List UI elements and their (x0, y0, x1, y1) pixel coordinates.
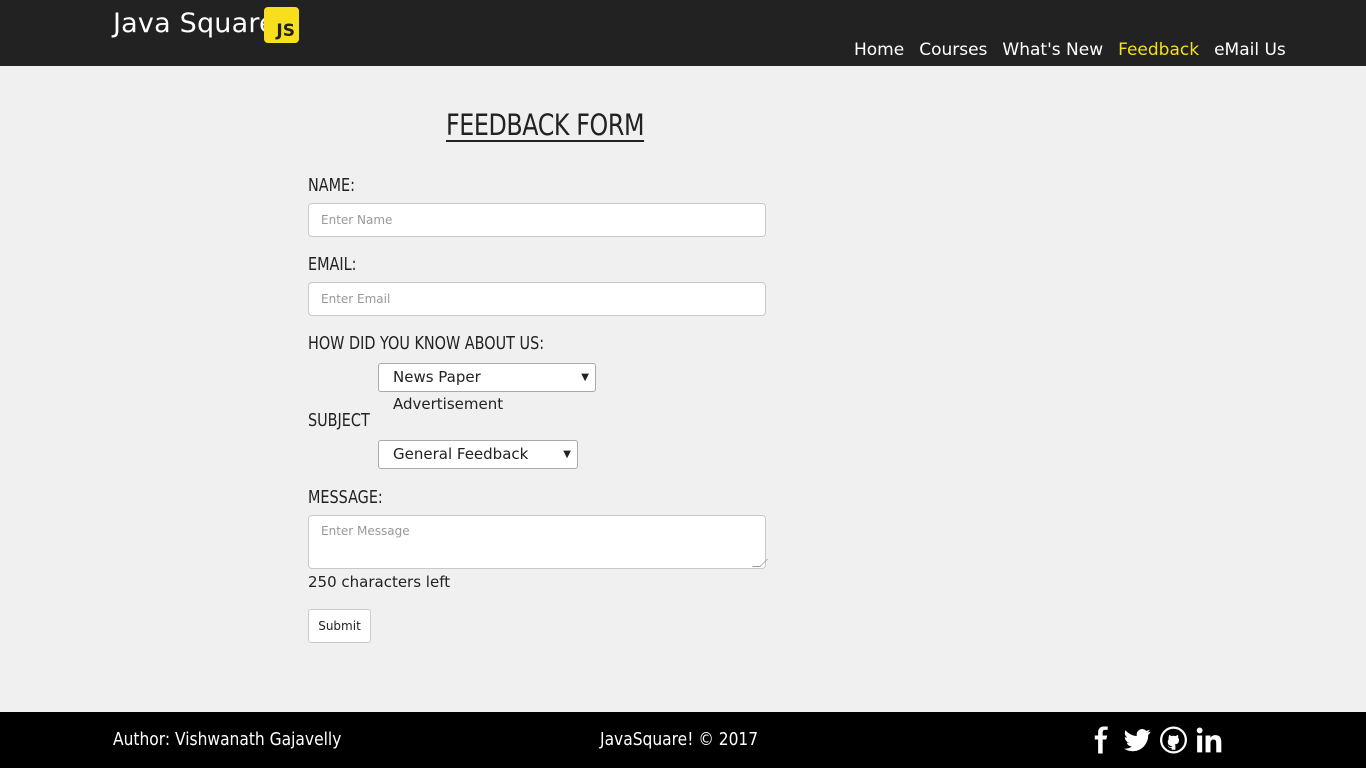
main-nav: Home Courses What's New Feedback eMail U… (854, 40, 1286, 60)
footer-author: Author: Vishwanath Gajavelly (113, 729, 342, 750)
footer-copyright: JavaSquare! © 2017 (600, 729, 759, 750)
email-field[interactable] (308, 282, 766, 316)
linkedin-icon[interactable] (1196, 726, 1223, 754)
subject-select-value: General Feedback (393, 445, 529, 463)
logo-text: JS (276, 21, 295, 41)
brand-name[interactable]: Java Square (113, 8, 276, 39)
message-label: MESSAGE: (308, 487, 383, 508)
message-field[interactable] (308, 515, 766, 569)
dropdown-arrow-icon: ▼ (563, 449, 571, 460)
subject-select[interactable]: General Feedback ▼ (378, 440, 578, 469)
nav-courses[interactable]: Courses (919, 40, 987, 60)
social-links (1088, 726, 1223, 754)
dropdown-arrow-icon: ▼ (581, 372, 589, 383)
header-bar: Java Square JS Home Courses What's New F… (0, 0, 1366, 66)
js-logo-icon[interactable]: JS (264, 7, 299, 43)
source-select[interactable]: News Paper Advertisement ▼ (378, 363, 596, 413)
nav-feedback[interactable]: Feedback (1118, 40, 1199, 60)
subject-label: SUBJECT (308, 410, 370, 431)
github-icon[interactable] (1160, 726, 1187, 754)
email-label: EMAIL: (308, 254, 357, 275)
facebook-icon[interactable] (1088, 726, 1115, 754)
source-select-value: News Paper Advertisement (393, 368, 504, 413)
twitter-icon[interactable] (1124, 726, 1151, 754)
footer-bar: Author: Vishwanath Gajavelly JavaSquare!… (0, 712, 1366, 768)
nav-home[interactable]: Home (854, 40, 904, 60)
char-count: 250 characters left (308, 573, 451, 591)
submit-button[interactable]: Submit (308, 609, 371, 643)
name-field[interactable] (308, 203, 766, 237)
page-title: FEEDBACK FORM (446, 108, 645, 142)
nav-email-us[interactable]: eMail Us (1214, 40, 1286, 60)
name-label: NAME: (308, 175, 355, 196)
source-label: HOW DID YOU KNOW ABOUT US: (308, 333, 545, 354)
nav-whats-new[interactable]: What's New (1002, 40, 1103, 60)
